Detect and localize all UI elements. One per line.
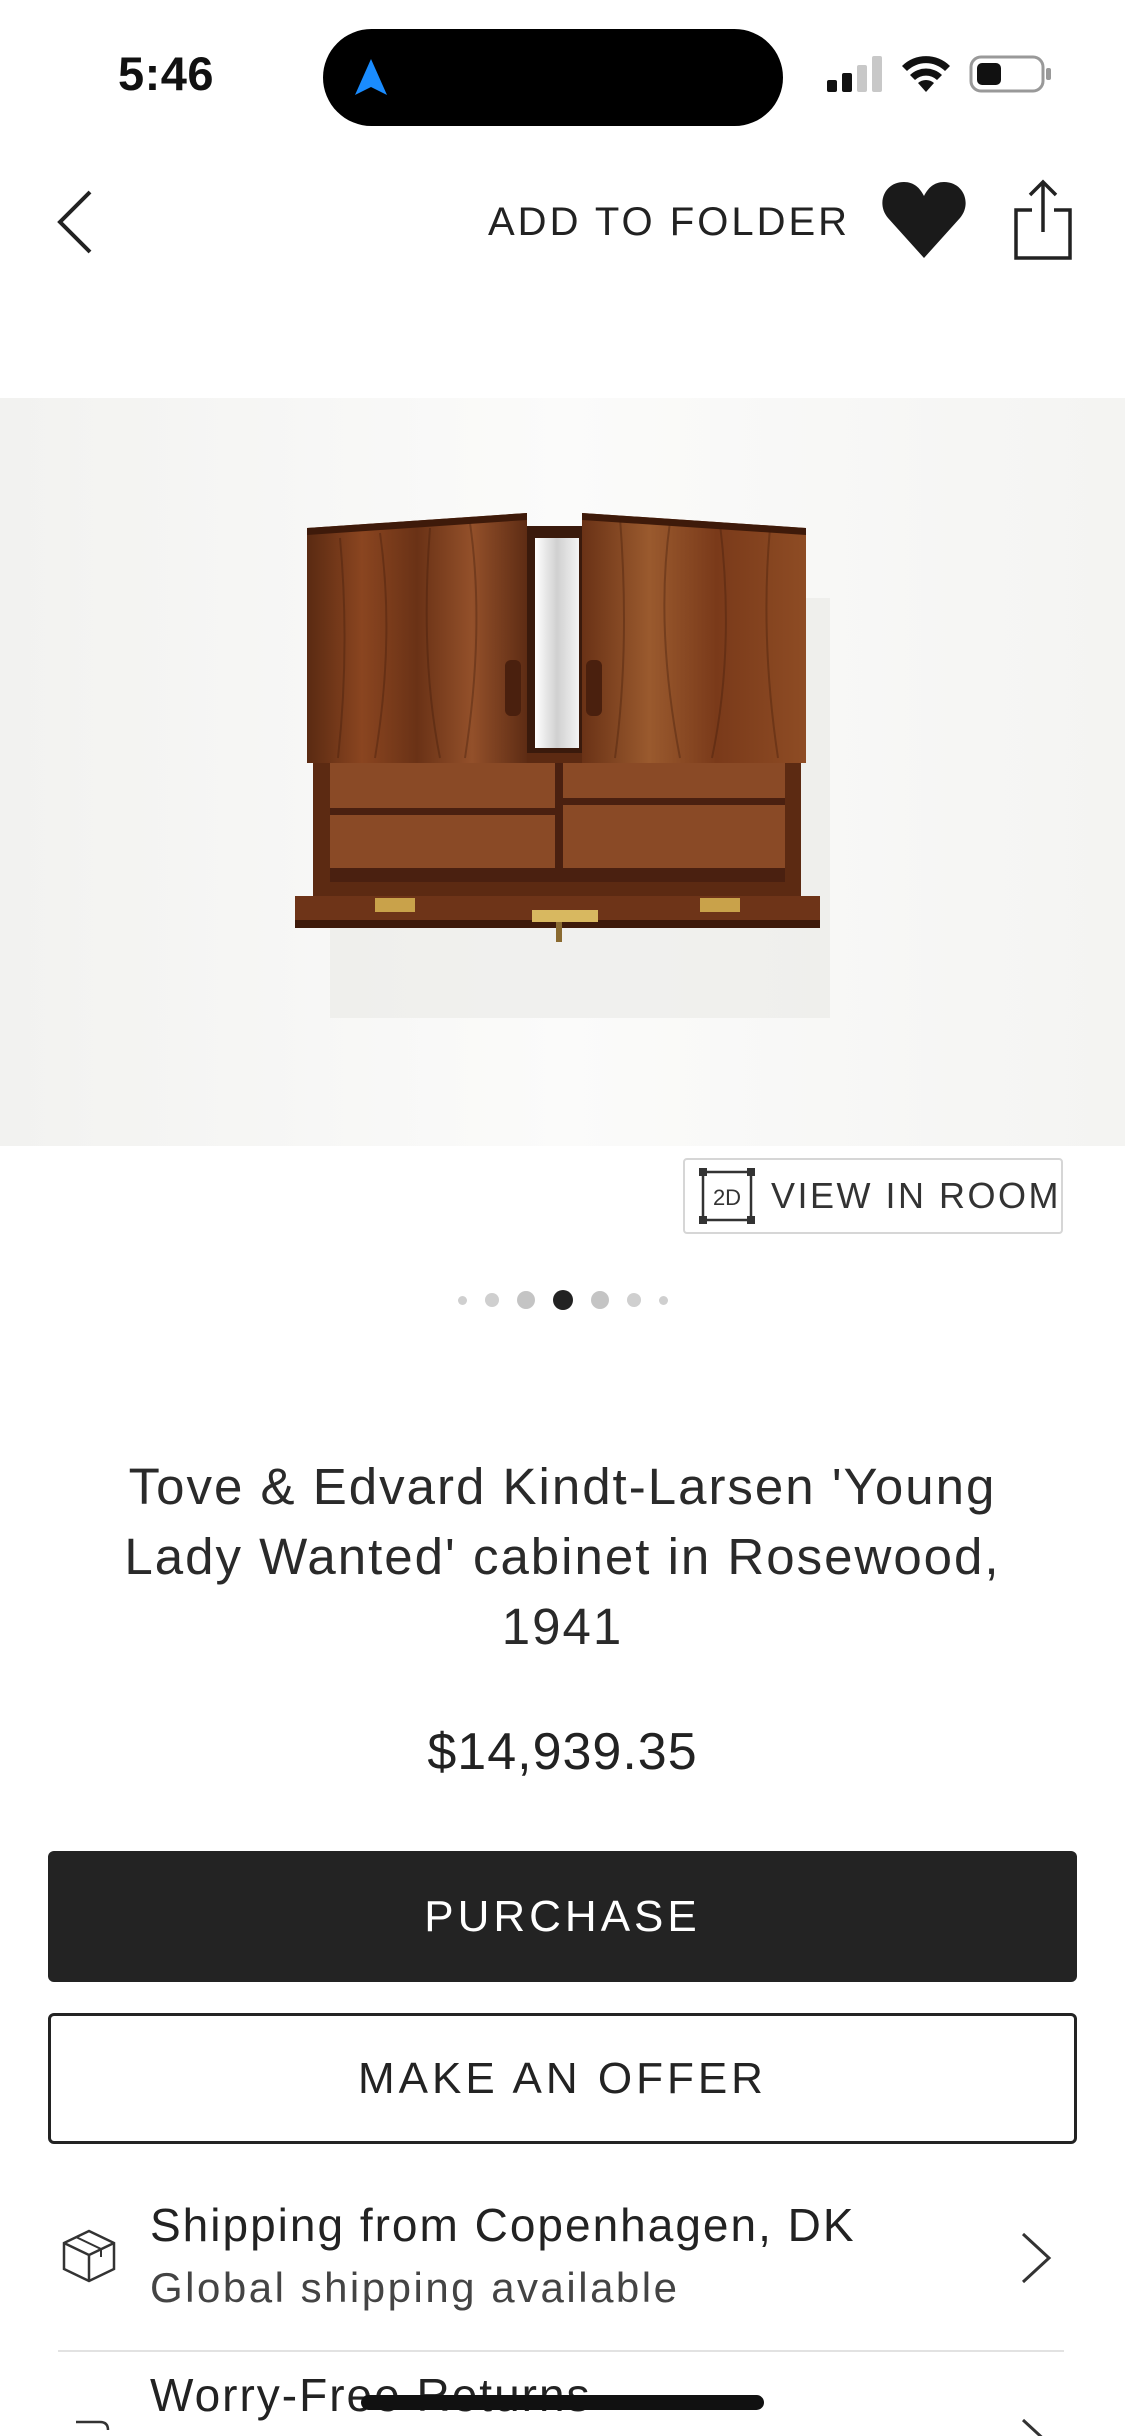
battery-icon <box>969 55 1051 93</box>
product-price: $14,939.35 <box>427 1723 698 1781</box>
view-in-room-label: VIEW IN ROOM <box>771 1175 1061 1216</box>
status-icons <box>827 52 1053 96</box>
add-to-folder-button[interactable]: ADD TO FOLDER <box>488 200 850 245</box>
carousel-dot[interactable] <box>516 1291 535 1309</box>
cabinet-photo <box>295 513 830 1018</box>
dynamic-island <box>323 29 783 126</box>
wifi-icon <box>902 56 950 92</box>
status-time: 5:46 <box>118 47 215 100</box>
share-icon <box>1014 179 1072 260</box>
back-button[interactable] <box>44 182 104 262</box>
carousel-dot[interactable] <box>626 1293 641 1307</box>
carousel-dot[interactable] <box>590 1291 609 1309</box>
status-bar: 5:46 <box>0 0 1125 140</box>
product-title: Tove & Edvard Kindt-Larsen 'Young Lady W… <box>124 1458 1001 1655</box>
carousel-pagination[interactable] <box>0 1280 1125 1320</box>
carousel-dot[interactable] <box>484 1293 499 1307</box>
shipping-title: Shipping from Copenhagen, DK <box>150 2199 856 2251</box>
make-offer-button[interactable]: MAKE AN OFFER <box>48 2013 1077 2144</box>
navigation-arrow-icon <box>355 59 387 95</box>
heart-icon <box>882 182 966 258</box>
chevron-right-icon <box>1021 2418 1043 2436</box>
cellular-signal-icon <box>827 56 882 92</box>
purchase-button[interactable]: PURCHASE <box>48 1851 1077 1982</box>
view-2d-icon-text: 2D <box>713 1185 741 1210</box>
carousel-dot[interactable] <box>658 1295 668 1305</box>
favorite-button[interactable] <box>880 176 968 264</box>
chevron-left-icon <box>57 190 92 254</box>
home-indicator[interactable] <box>361 2395 764 2410</box>
box-icon <box>62 2229 116 2283</box>
shipping-subtitle: Global shipping available <box>150 2264 680 2311</box>
carousel-dot-active[interactable] <box>552 1290 573 1310</box>
carousel-dot[interactable] <box>457 1295 467 1305</box>
shipping-info-row[interactable]: Shipping from Copenhagen, DK Global ship… <box>48 2180 1077 2332</box>
divider <box>58 2350 1064 2352</box>
view-in-room-button[interactable]: 2D VIEW IN ROOM <box>683 1158 1063 1234</box>
product-image[interactable] <box>0 398 1125 1146</box>
return-icon <box>76 2420 110 2431</box>
top-navigation: ADD TO FOLDER <box>0 160 1125 280</box>
share-button[interactable] <box>1010 178 1076 262</box>
chevron-right-icon <box>1021 2232 1052 2284</box>
view-2d-icon: 2D <box>699 1168 755 1224</box>
